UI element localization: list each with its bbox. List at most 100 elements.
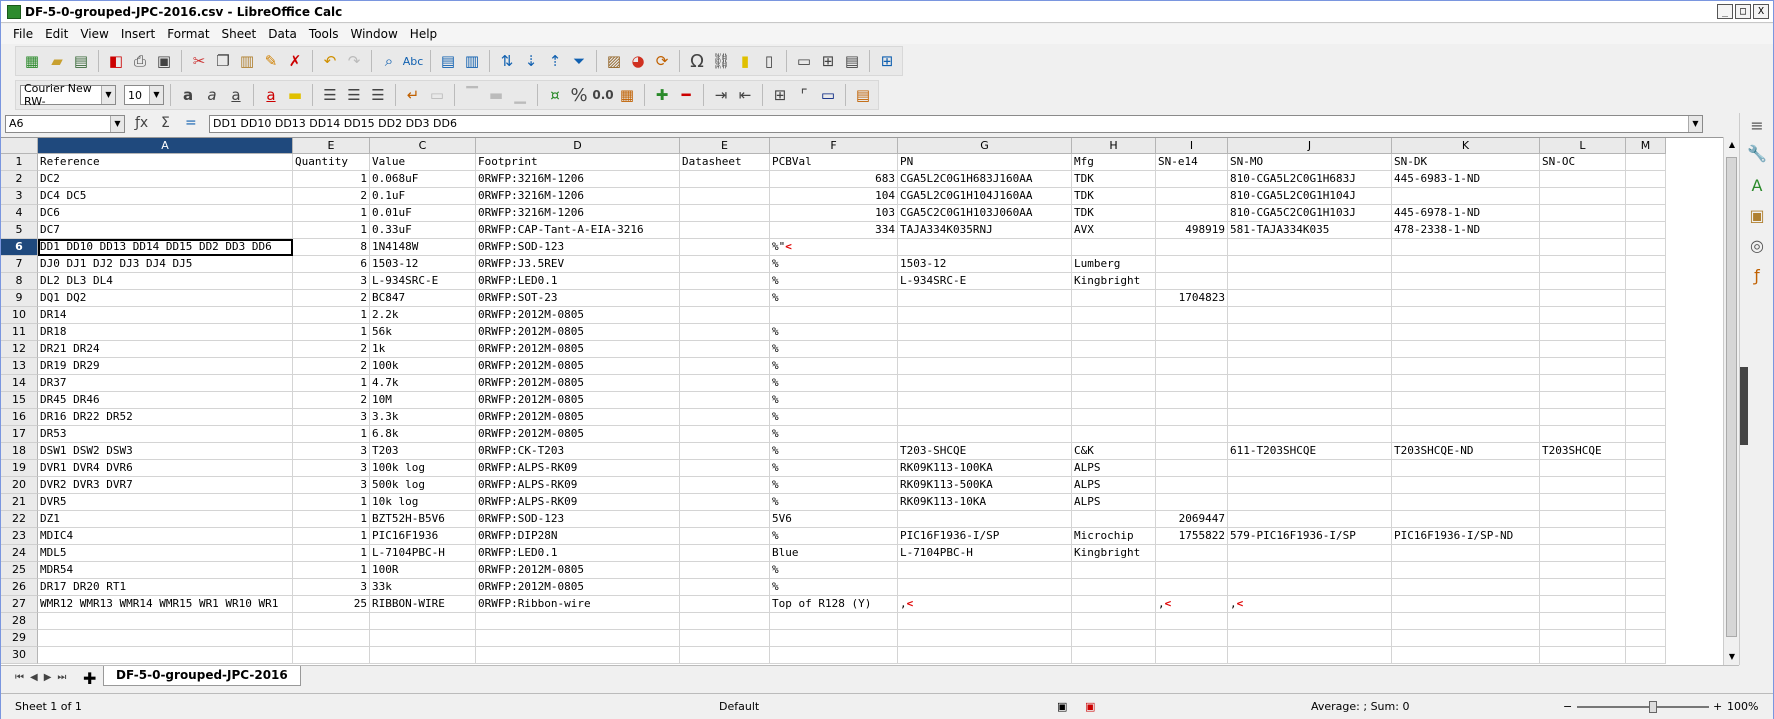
wrap-text-icon[interactable]: ↵ xyxy=(402,83,424,107)
table-cell[interactable]: DSW1 DSW2 DSW3 xyxy=(38,443,293,460)
column-header-12[interactable]: M xyxy=(1626,138,1666,154)
table-cell[interactable] xyxy=(1392,358,1540,375)
table-cell[interactable] xyxy=(680,579,770,596)
table-cell[interactable] xyxy=(476,613,680,630)
table-cell[interactable] xyxy=(1392,477,1540,494)
table-cell[interactable]: DD1 DD10 DD13 DD14 DD15 DD2 DD3 DD6 xyxy=(38,239,293,256)
show-draw-functions-icon[interactable]: ⊞ xyxy=(876,49,898,73)
table-cell[interactable]: Reference xyxy=(38,154,293,171)
open-folder-icon[interactable]: ▰ xyxy=(46,49,68,73)
vertical-scrollbar[interactable]: ▲ ▼ xyxy=(1723,137,1739,665)
table-cell[interactable] xyxy=(370,647,476,664)
table-cell[interactable] xyxy=(1540,477,1626,494)
table-cell[interactable]: 56k xyxy=(370,324,476,341)
sidebar-collapse-handle[interactable] xyxy=(1740,367,1748,445)
table-cell[interactable] xyxy=(1626,511,1666,528)
table-cell[interactable] xyxy=(1228,307,1392,324)
row-header[interactable]: 11 xyxy=(1,324,38,341)
table-cell[interactable] xyxy=(1392,613,1540,630)
table-cell[interactable] xyxy=(1626,528,1666,545)
row-header[interactable]: 29 xyxy=(1,630,38,647)
table-cell[interactable] xyxy=(1626,613,1666,630)
table-cell[interactable]: % xyxy=(770,358,898,375)
table-cell[interactable] xyxy=(1540,188,1626,205)
table-cell[interactable]: %"< xyxy=(770,239,898,256)
table-cell[interactable]: 0RWFP:J3.5REV xyxy=(476,256,680,273)
table-cell[interactable] xyxy=(1156,188,1228,205)
table-cell[interactable]: PCBVal xyxy=(770,154,898,171)
freeze-rows-icon[interactable]: ⊞ xyxy=(817,49,839,73)
table-cell[interactable]: 1 xyxy=(293,494,370,511)
table-cell[interactable]: 3 xyxy=(293,443,370,460)
column-header-9[interactable]: J xyxy=(1228,138,1392,154)
increase-indent-icon[interactable]: ⇥ xyxy=(710,83,732,107)
table-cell[interactable]: WMR12 WMR13 WMR14 WMR15 WR1 WR10 WR1 xyxy=(38,596,293,613)
properties-icon[interactable]: 🔧 xyxy=(1746,143,1768,165)
table-cell[interactable]: DC4 DC5 xyxy=(38,188,293,205)
table-cell[interactable] xyxy=(1228,256,1392,273)
table-cell[interactable] xyxy=(1626,273,1666,290)
table-cell[interactable]: DVR2 DVR3 DVR7 xyxy=(38,477,293,494)
table-cell[interactable]: SN-OC xyxy=(1540,154,1626,171)
table-cell[interactable] xyxy=(370,613,476,630)
menu-insert[interactable]: Insert xyxy=(115,27,161,41)
table-cell[interactable]: 0RWFP:ALPS-RK09 xyxy=(476,477,680,494)
table-cell[interactable] xyxy=(1626,392,1666,409)
table-cell[interactable] xyxy=(1626,460,1666,477)
table-cell[interactable] xyxy=(1072,579,1156,596)
table-cell[interactable]: BC847 xyxy=(370,290,476,307)
table-cell[interactable] xyxy=(1228,613,1392,630)
table-cell[interactable]: DR45 DR46 xyxy=(38,392,293,409)
table-cell[interactable]: 0RWFP:ALPS-RK09 xyxy=(476,494,680,511)
column-header-5[interactable]: F xyxy=(770,138,898,154)
table-cell[interactable] xyxy=(680,171,770,188)
table-cell[interactable]: 3 xyxy=(293,273,370,290)
table-cell[interactable]: 1503-12 xyxy=(898,256,1072,273)
table-cell[interactable]: SN-DK xyxy=(1392,154,1540,171)
table-cell[interactable] xyxy=(1228,477,1392,494)
borders-icon[interactable]: ⊞ xyxy=(769,83,791,107)
table-cell[interactable]: ,< xyxy=(1156,596,1228,613)
font-size-dropdown-icon[interactable]: ▼ xyxy=(149,86,163,104)
table-cell[interactable]: T203SHCQE-ND xyxy=(1392,443,1540,460)
table-cell[interactable] xyxy=(1156,171,1228,188)
table-cell[interactable] xyxy=(293,630,370,647)
new-document-icon[interactable]: ▦ xyxy=(20,49,44,73)
table-cell[interactable] xyxy=(1228,290,1392,307)
table-cell[interactable]: 1 xyxy=(293,511,370,528)
export-pdf-icon[interactable]: ◧ xyxy=(105,49,127,73)
table-cell[interactable] xyxy=(1156,562,1228,579)
table-cell[interactable]: 0.1uF xyxy=(370,188,476,205)
table-cell[interactable] xyxy=(1626,205,1666,222)
table-cell[interactable]: RK09K113-10KA xyxy=(898,494,1072,511)
date-format-icon[interactable]: ▦ xyxy=(616,83,638,107)
table-cell[interactable] xyxy=(1072,596,1156,613)
row-header[interactable]: 20 xyxy=(1,477,38,494)
row-header[interactable]: 9 xyxy=(1,290,38,307)
row-header[interactable]: 26 xyxy=(1,579,38,596)
table-cell[interactable] xyxy=(898,358,1072,375)
table-cell[interactable] xyxy=(1228,358,1392,375)
column-header-1[interactable]: E xyxy=(293,138,370,154)
table-cell[interactable]: 1N4148W xyxy=(370,239,476,256)
table-cell[interactable] xyxy=(1626,188,1666,205)
table-cell[interactable]: 2 xyxy=(293,358,370,375)
image-icon[interactable]: ▨ xyxy=(603,49,625,73)
row-header[interactable]: 2 xyxy=(1,171,38,188)
decrease-indent-icon[interactable]: ⇤ xyxy=(734,83,756,107)
zoom-slider-knob[interactable] xyxy=(1649,701,1657,713)
menu-data[interactable]: Data xyxy=(262,27,303,41)
redo-icon[interactable]: ↷ xyxy=(343,49,365,73)
table-cell[interactable] xyxy=(680,256,770,273)
row-header[interactable]: 27 xyxy=(1,596,38,613)
table-cell[interactable]: Mfg xyxy=(1072,154,1156,171)
table-cell[interactable]: 810-CGA5C2C0G1H103J xyxy=(1228,205,1392,222)
table-cell[interactable] xyxy=(1540,290,1626,307)
table-cell[interactable] xyxy=(770,307,898,324)
table-cell[interactable]: DC7 xyxy=(38,222,293,239)
table-cell[interactable] xyxy=(1156,613,1228,630)
table-cell[interactable] xyxy=(898,341,1072,358)
highlight-color-icon[interactable]: ▬ xyxy=(284,83,306,107)
table-cell[interactable] xyxy=(1626,324,1666,341)
row-header[interactable]: 12 xyxy=(1,341,38,358)
